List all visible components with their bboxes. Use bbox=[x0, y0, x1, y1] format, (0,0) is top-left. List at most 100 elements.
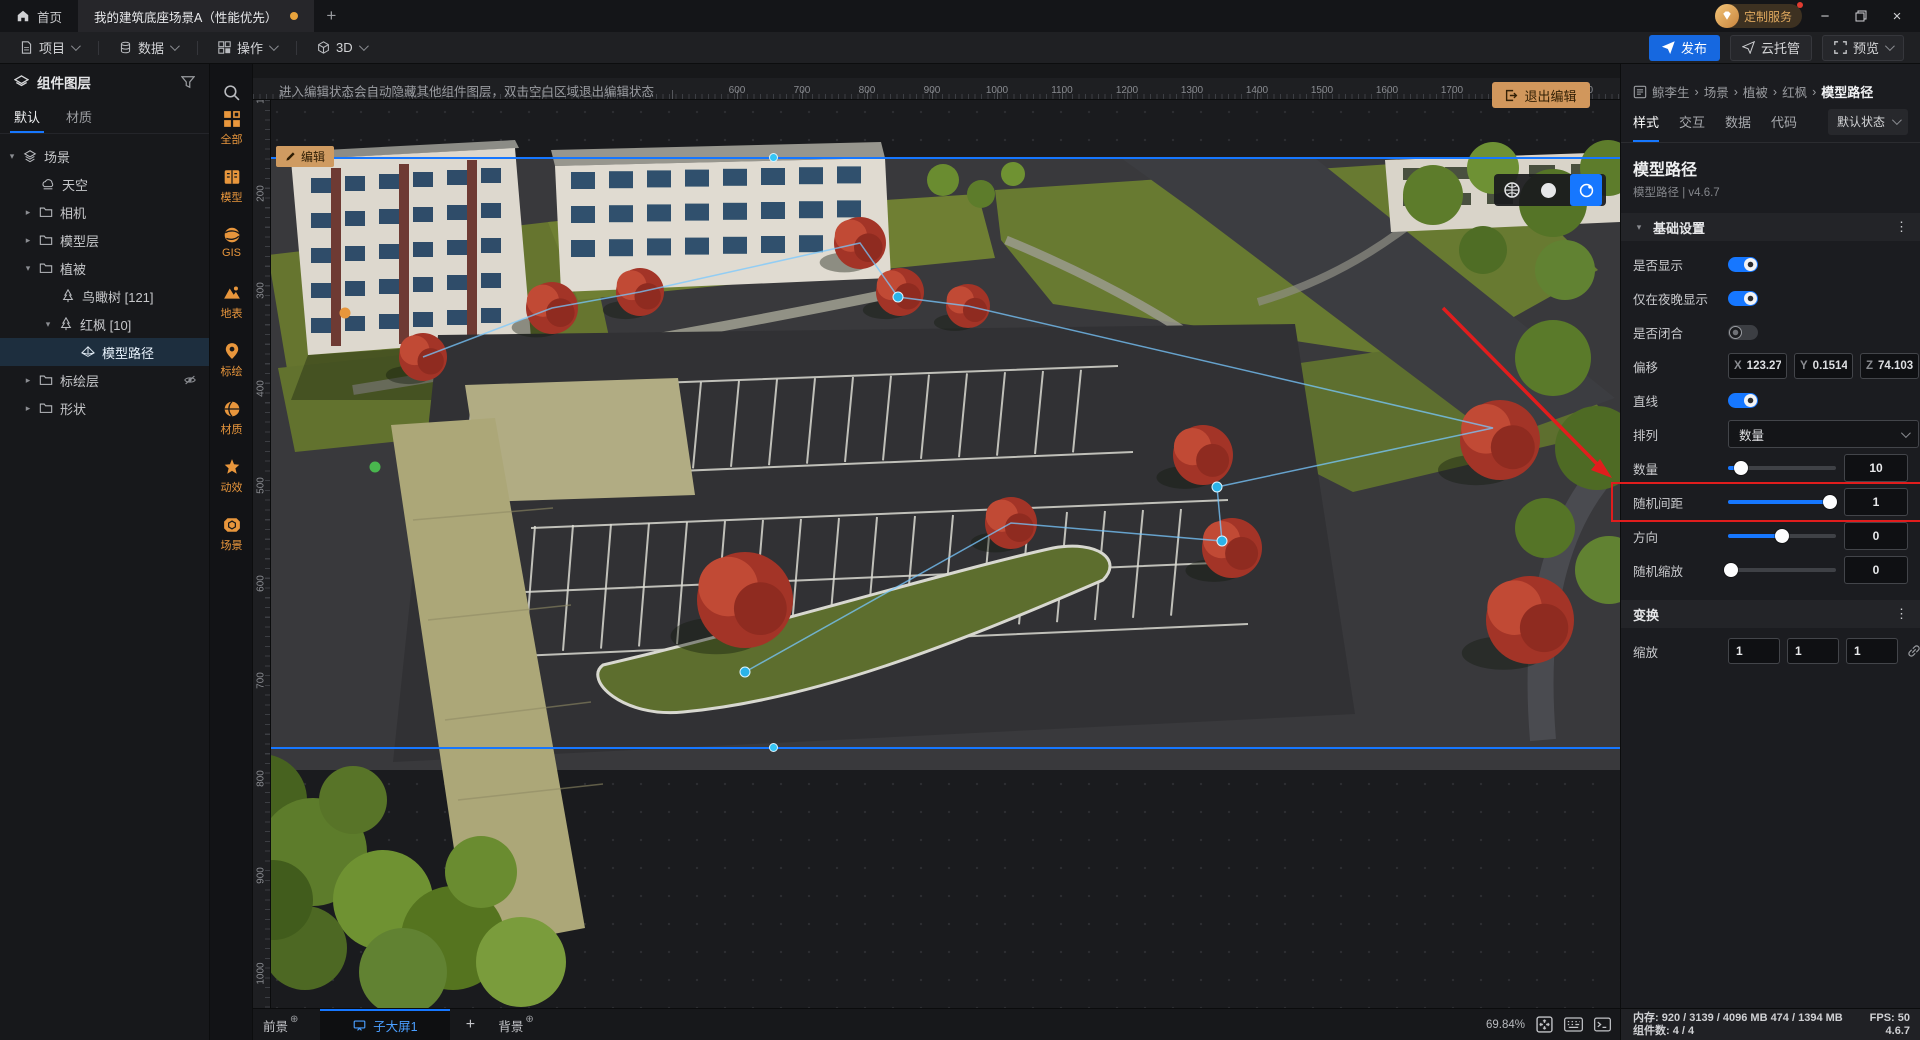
tree-item-model-layer[interactable]: ▸ 模型层 bbox=[0, 226, 209, 254]
breadcrumb[interactable]: 鲸李生› 场景› 植被› 红枫› 模型路径 bbox=[1621, 64, 1920, 101]
link-values-icon[interactable] bbox=[1907, 644, 1920, 658]
state-select[interactable]: 默认状态 bbox=[1828, 109, 1908, 135]
library-item-effects[interactable]: 动效 bbox=[210, 458, 253, 495]
library-item-plot[interactable]: 标绘 bbox=[210, 342, 253, 379]
visibility-off-icon[interactable] bbox=[183, 373, 197, 387]
edit-badge[interactable]: 编辑 bbox=[276, 146, 334, 167]
tree-item-plot-layer[interactable]: ▸ 标绘层 bbox=[0, 366, 209, 394]
menu-operation[interactable]: 操作 bbox=[214, 38, 280, 57]
publish-button[interactable]: 发布 bbox=[1649, 35, 1720, 61]
tab-code[interactable]: 代码 bbox=[1771, 101, 1797, 142]
breadcrumb-scene[interactable]: 场景 bbox=[1704, 82, 1729, 101]
artboard-bottom-handle[interactable] bbox=[769, 743, 778, 752]
chevron-collapsed-icon[interactable]: ▸ bbox=[22, 375, 34, 386]
menu-data[interactable]: 数据 bbox=[115, 38, 181, 57]
random-gap-input[interactable]: 1 bbox=[1844, 488, 1908, 516]
search-icon[interactable] bbox=[210, 84, 253, 101]
straight-toggle[interactable] bbox=[1728, 393, 1758, 408]
tree-item-camera[interactable]: ▸ 相机 bbox=[0, 198, 209, 226]
screen-tab[interactable]: 子大屏1 bbox=[320, 1009, 450, 1040]
library-item-model[interactable]: 模型 bbox=[210, 168, 253, 205]
background-button[interactable]: 背景⊕ bbox=[498, 1009, 533, 1040]
chevron-collapsed-icon[interactable]: ▸ bbox=[22, 403, 34, 414]
tree-item-shape[interactable]: ▸ 形状 bbox=[0, 394, 209, 422]
fit-to-screen-icon[interactable] bbox=[1534, 1016, 1554, 1034]
editor-canvas[interactable]: 6007008009001000110012001300140015001600… bbox=[253, 64, 1620, 1008]
library-item-terrain[interactable]: 地表 bbox=[210, 284, 253, 321]
chevron-collapsed-icon[interactable]: ▸ bbox=[22, 207, 34, 218]
tab-scene[interactable]: 我的建筑底座场景A（性能优先） bbox=[78, 0, 314, 32]
arrange-select[interactable]: 数量 bbox=[1728, 420, 1919, 448]
tree-item-vegetation[interactable]: ▾ 植被 bbox=[0, 254, 209, 282]
random-scale-slider[interactable] bbox=[1728, 568, 1836, 572]
minimize-button[interactable]: − bbox=[1812, 4, 1838, 28]
library-item-material[interactable]: 材质 bbox=[210, 400, 253, 437]
slider-handle[interactable] bbox=[1724, 563, 1738, 577]
add-icon[interactable]: ⊕ bbox=[290, 1014, 298, 1025]
close-button[interactable]: × bbox=[1884, 4, 1910, 28]
breadcrumb-vegetation[interactable]: 植被 bbox=[1743, 82, 1768, 101]
cloud-host-button[interactable]: 云托管 bbox=[1730, 35, 1812, 61]
add-icon[interactable]: ⊕ bbox=[525, 1014, 533, 1025]
visible-toggle[interactable] bbox=[1728, 257, 1758, 272]
chevron-expanded-icon[interactable]: ▾ bbox=[6, 151, 18, 162]
artboard-top-handle[interactable] bbox=[769, 153, 778, 162]
scale-y-input[interactable]: 1 bbox=[1787, 638, 1839, 664]
scale-z-input[interactable]: 1 bbox=[1846, 638, 1898, 664]
chevron-expanded-icon[interactable]: ▾ bbox=[42, 319, 54, 330]
exit-edit-button[interactable]: 退出编辑 bbox=[1492, 82, 1590, 108]
kebab-menu-icon[interactable]: ⋮ bbox=[1895, 219, 1908, 235]
filter-icon[interactable] bbox=[181, 75, 195, 89]
library-item-gis[interactable]: GIS bbox=[210, 226, 253, 259]
breadcrumb-red-maple[interactable]: 红枫 bbox=[1782, 82, 1807, 101]
tree-item-red-maple[interactable]: ▾ 红枫 [10] bbox=[0, 310, 209, 338]
tab-home[interactable]: 首页 bbox=[0, 0, 78, 32]
slider-handle[interactable] bbox=[1823, 495, 1837, 509]
offset-z-input[interactable]: Z74.103 bbox=[1860, 353, 1919, 379]
globe-view-button[interactable] bbox=[1494, 174, 1530, 206]
chevron-expanded-icon[interactable]: ▾ bbox=[22, 263, 34, 274]
solid-sphere-button[interactable] bbox=[1530, 174, 1566, 206]
restore-button[interactable] bbox=[1848, 4, 1874, 28]
tab-material[interactable]: 材质 bbox=[66, 100, 92, 133]
tab-data[interactable]: 数据 bbox=[1725, 101, 1751, 142]
tab-style[interactable]: 样式 bbox=[1633, 101, 1659, 142]
keyboard-shortcuts-icon[interactable] bbox=[1563, 1016, 1583, 1034]
library-item-all[interactable]: 全部 bbox=[210, 110, 253, 147]
artboard-top-edge[interactable] bbox=[271, 157, 1620, 159]
chevron-expanded-icon[interactable]: ▾ bbox=[1633, 222, 1645, 233]
count-slider[interactable] bbox=[1728, 466, 1836, 470]
closed-toggle[interactable] bbox=[1728, 325, 1758, 340]
foreground-button[interactable]: 前景⊕ bbox=[263, 1009, 298, 1040]
section-basic-settings[interactable]: ▾ 基础设置 ⋮ bbox=[1621, 213, 1920, 241]
library-item-scene[interactable]: 场景 bbox=[210, 516, 253, 553]
slider-handle[interactable] bbox=[1775, 529, 1789, 543]
artboard-bottom-edge[interactable] bbox=[271, 747, 1620, 749]
zoom-level[interactable]: 69.84% bbox=[1486, 1019, 1525, 1031]
chevron-collapsed-icon[interactable]: ▸ bbox=[22, 235, 34, 246]
direction-slider[interactable] bbox=[1728, 534, 1836, 538]
count-input[interactable]: 10 bbox=[1844, 454, 1908, 482]
add-screen-button[interactable]: + bbox=[450, 1009, 490, 1040]
custom-service-badge[interactable]: 定制服务 bbox=[1715, 4, 1802, 28]
random-scale-input[interactable]: 0 bbox=[1844, 556, 1908, 584]
scale-x-input[interactable]: 1 bbox=[1728, 638, 1780, 664]
slider-handle[interactable] bbox=[1734, 461, 1748, 475]
random-gap-slider[interactable] bbox=[1728, 500, 1836, 504]
tree-item-scene[interactable]: ▾ 场景 bbox=[0, 142, 209, 170]
tree-item-sky[interactable]: 天空 bbox=[0, 170, 209, 198]
orbit-mode-button[interactable] bbox=[1570, 174, 1602, 206]
tab-interaction[interactable]: 交互 bbox=[1679, 101, 1705, 142]
tree-item-birdview-tree[interactable]: 鸟瞰树 [121] bbox=[0, 282, 209, 310]
section-transform[interactable]: 变换 ⋮ bbox=[1621, 600, 1920, 628]
offset-x-input[interactable]: X123.27 bbox=[1728, 353, 1787, 379]
console-icon[interactable] bbox=[1592, 1016, 1612, 1034]
offset-y-input[interactable]: Y0.1514 bbox=[1794, 353, 1853, 379]
tree-item-model-path[interactable]: 模型路径 bbox=[0, 338, 209, 366]
menu-project[interactable]: 项目 bbox=[16, 38, 82, 57]
new-tab-button[interactable]: + bbox=[314, 0, 348, 32]
menu-3d[interactable]: 3D bbox=[313, 40, 370, 55]
breadcrumb-root[interactable]: 鲸李生 bbox=[1652, 82, 1690, 101]
direction-input[interactable]: 0 bbox=[1844, 522, 1908, 550]
night-only-toggle[interactable] bbox=[1728, 291, 1758, 306]
